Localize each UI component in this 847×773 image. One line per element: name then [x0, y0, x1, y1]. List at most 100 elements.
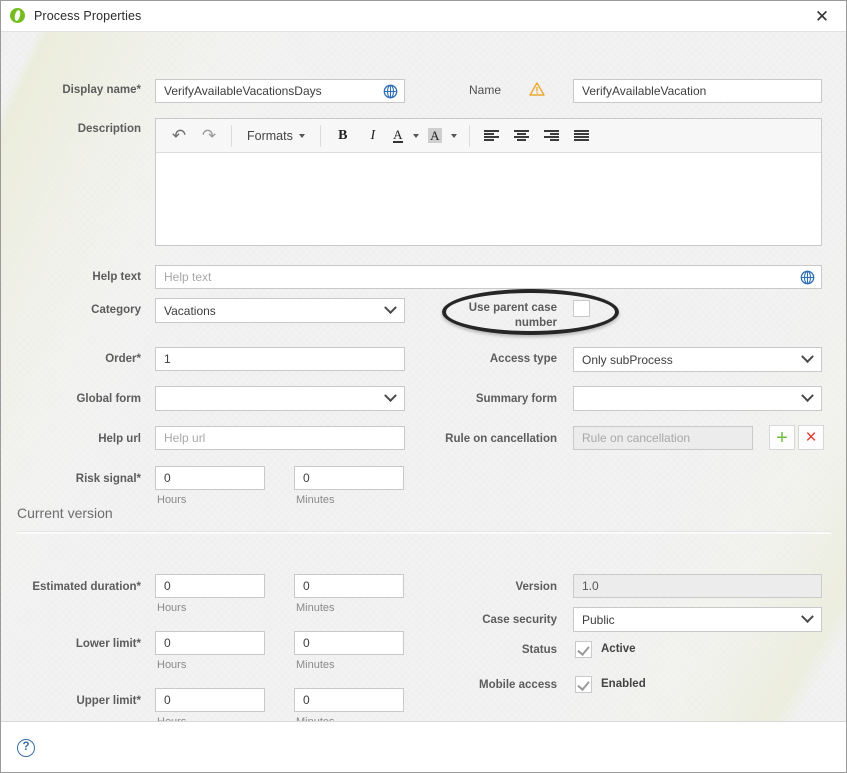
lower-limit-label: Lower limit*: [75, 638, 141, 650]
redo-icon[interactable]: ↷: [194, 123, 224, 149]
chevron-down-icon: [798, 608, 816, 631]
add-rule-button[interactable]: +: [769, 425, 795, 450]
formats-label: Formats: [247, 128, 293, 143]
mobile-access-enabled-checkbox[interactable]: [575, 676, 592, 693]
risk-signal-label: Risk signal*: [75, 473, 141, 485]
help-url-label: Help url: [98, 433, 141, 445]
status-active-label: Active: [601, 643, 636, 655]
access-type-value: Only subProcess: [582, 352, 673, 367]
name-field[interactable]: VerifyAvailableVacation: [573, 79, 822, 103]
dialog-title: Process Properties: [34, 9, 142, 23]
case-security-label: Case security: [482, 614, 557, 626]
risk-signal-minutes-sublabel: Minutes: [296, 494, 335, 506]
case-security-select[interactable]: Public: [573, 607, 822, 632]
rule-on-cancellation-label: Rule on cancellation: [445, 433, 557, 445]
order-value: 1: [164, 352, 171, 366]
estimated-duration-hours-value: 0: [164, 579, 171, 593]
access-type-label: Access type: [489, 353, 557, 365]
rule-on-cancellation-value: Rule on cancellation: [582, 431, 691, 445]
toolbar-divider-3: [468, 124, 470, 147]
italic-glyph: I: [370, 127, 376, 143]
background-color-glyph: A: [428, 128, 442, 143]
current-version-section-title: Current version: [17, 505, 113, 521]
undo-icon[interactable]: ↶: [164, 123, 194, 149]
dialog-titlebar: Process Properties ✕: [1, 1, 846, 32]
status-label: Status: [521, 644, 557, 656]
risk-signal-minutes-field[interactable]: 0: [294, 466, 404, 490]
display-name-label: Display name*: [62, 84, 141, 96]
chevron-down-icon: [381, 387, 399, 410]
chevron-down-icon: [381, 299, 399, 322]
access-type-select[interactable]: Only subProcess: [573, 347, 822, 372]
toolbar-divider-1: [231, 124, 232, 147]
text-color-button[interactable]: A: [388, 123, 408, 149]
mobile-access-enabled-label: Enabled: [601, 678, 646, 690]
category-label: Category: [91, 304, 141, 316]
global-form-select[interactable]: [155, 386, 405, 411]
italic-button[interactable]: I: [358, 123, 388, 149]
help-text-label: Help text: [92, 271, 141, 283]
bold-button[interactable]: B: [328, 123, 358, 149]
description-editor: ↶ ↷ Formats B I A A: [155, 118, 822, 246]
order-field[interactable]: 1: [155, 347, 405, 371]
use-parent-case-number-checkbox[interactable]: [573, 300, 590, 317]
category-select[interactable]: Vacations: [155, 298, 405, 323]
text-color-dropdown[interactable]: [408, 123, 424, 149]
align-left-icon[interactable]: [477, 123, 507, 149]
toolbar-divider-2: [319, 124, 321, 147]
section-divider: [17, 531, 831, 534]
help-icon[interactable]: ?: [17, 739, 35, 757]
estimated-duration-hours-field[interactable]: 0: [155, 574, 265, 598]
upper-limit-hours-value: 0: [164, 693, 171, 707]
align-justify-icon[interactable]: [567, 123, 597, 149]
help-text-value: Help text: [164, 270, 212, 284]
chevron-down-icon: [450, 133, 457, 138]
name-label: Name: [468, 83, 501, 97]
chevron-down-icon: [798, 387, 816, 410]
chevron-down-icon: [798, 348, 816, 371]
description-label: Description: [77, 123, 141, 135]
lower-limit-minutes-value: 0: [303, 636, 310, 650]
dialog-body: Display name* VerifyAvailableVacationsDa…: [1, 32, 846, 721]
case-security-value: Public: [582, 612, 615, 627]
lower-limit-minutes-field[interactable]: 0: [294, 631, 404, 655]
global-form-label: Global form: [76, 393, 141, 405]
formats-dropdown[interactable]: Formats: [239, 123, 313, 149]
help-text-field[interactable]: Help text: [155, 265, 822, 289]
risk-signal-hours-value: 0: [164, 471, 171, 485]
risk-signal-hours-sublabel: Hours: [157, 494, 187, 506]
risk-signal-minutes-value: 0: [303, 471, 310, 485]
align-center-icon[interactable]: [507, 123, 537, 149]
category-value: Vacations: [164, 303, 216, 318]
help-url-value: Help url: [164, 431, 206, 445]
status-active-checkbox[interactable]: [575, 641, 592, 658]
description-toolbar: ↶ ↷ Formats B I A A: [156, 119, 821, 153]
description-input[interactable]: [156, 153, 821, 245]
remove-rule-button[interactable]: ×: [798, 425, 824, 450]
summary-form-label: Summary form: [475, 393, 557, 405]
estimated-duration-hours-sublabel: Hours: [157, 602, 187, 614]
summary-form-select[interactable]: [573, 386, 822, 411]
upper-limit-minutes-field[interactable]: 0: [294, 688, 404, 712]
risk-signal-hours-field[interactable]: 0: [155, 466, 265, 490]
help-url-field[interactable]: Help url: [155, 426, 405, 450]
estimated-duration-minutes-sublabel: Minutes: [296, 602, 335, 614]
rule-on-cancellation-field[interactable]: Rule on cancellation: [573, 426, 753, 450]
lower-limit-hours-value: 0: [164, 636, 171, 650]
display-name-field[interactable]: VerifyAvailableVacationsDays: [155, 79, 405, 103]
background-color-dropdown[interactable]: [446, 123, 462, 149]
upper-limit-hours-field[interactable]: 0: [155, 688, 265, 712]
estimated-duration-minutes-value: 0: [303, 579, 310, 593]
lower-limit-hours-sublabel: Hours: [157, 659, 187, 671]
use-parent-case-number-label: Use parent case number: [468, 302, 557, 329]
background-color-button[interactable]: A: [424, 123, 446, 149]
order-label: Order*: [105, 353, 141, 365]
estimated-duration-minutes-field[interactable]: 0: [294, 574, 404, 598]
lower-limit-hours-field[interactable]: 0: [155, 631, 265, 655]
text-color-glyph: A: [393, 127, 403, 143]
align-right-icon[interactable]: [537, 123, 567, 149]
globe-icon[interactable]: [800, 270, 815, 285]
lower-limit-minutes-sublabel: Minutes: [296, 659, 335, 671]
close-icon[interactable]: ✕: [802, 3, 842, 29]
upper-limit-minutes-value: 0: [303, 693, 310, 707]
